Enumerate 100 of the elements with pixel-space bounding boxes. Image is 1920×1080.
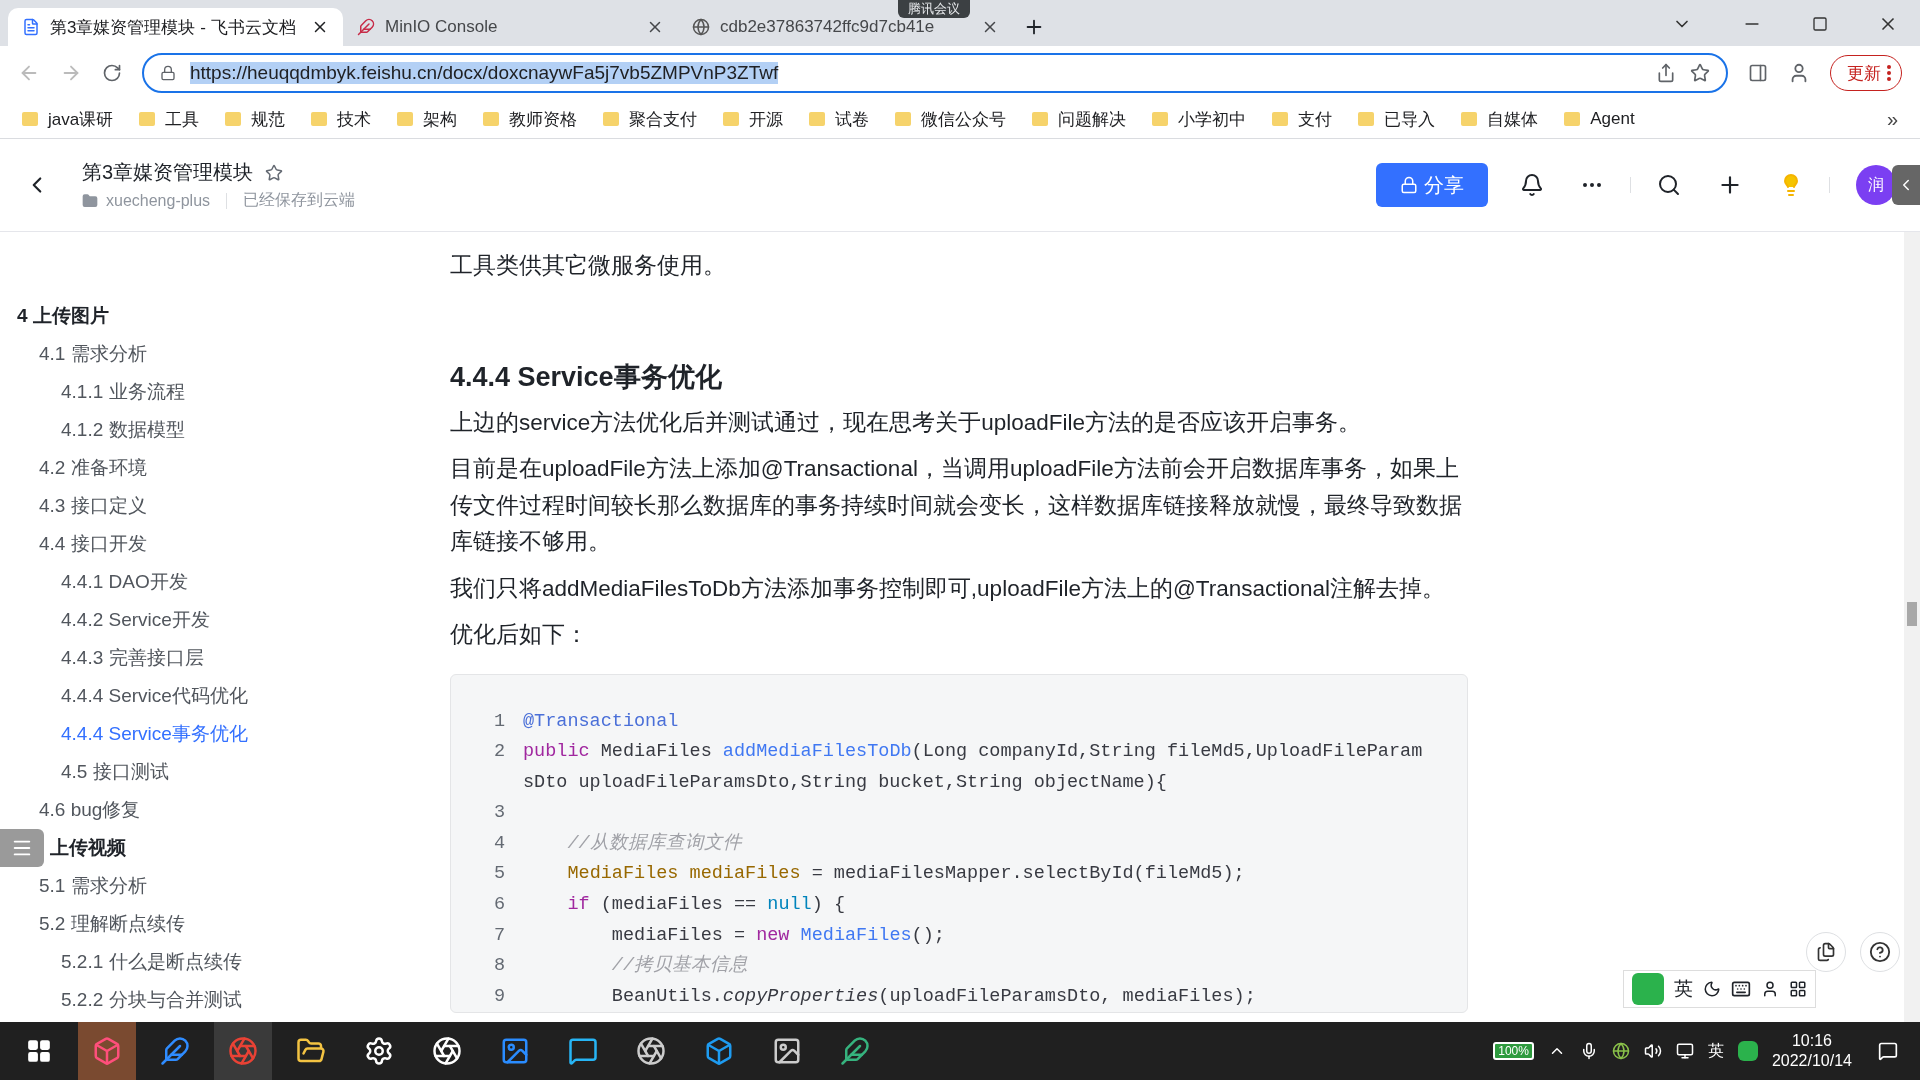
outline-item[interactable]: 5.2 理解断点续传 (39, 905, 185, 943)
windows-icon (26, 1038, 52, 1064)
ime-language[interactable]: 英 (1674, 976, 1693, 1002)
browser-tab[interactable]: MinIO Console (343, 14, 678, 40)
outline-item[interactable]: 5.2.2 分块与合并测试 (61, 981, 242, 1019)
bookmark[interactable]: 规范 (225, 107, 286, 131)
paragraph: 工具类供其它微服务使用。 (450, 252, 727, 280)
bookmark[interactable]: 已导入 (1358, 107, 1436, 131)
battery-level[interactable]: 100% (1493, 1042, 1534, 1060)
folder-icon (82, 192, 98, 209)
keyboard-icon[interactable] (1731, 979, 1751, 999)
reload-icon[interactable] (102, 63, 122, 83)
line-number: 5 (492, 862, 506, 887)
speaker-icon[interactable] (1643, 1042, 1662, 1060)
grid-icon[interactable] (1789, 980, 1807, 998)
more-icon (1887, 65, 1891, 81)
collapse-tab[interactable] (1892, 165, 1920, 205)
outline-item[interactable]: 4.3 接口定义 (39, 487, 147, 525)
outline-item[interactable]: 5.1 需求分析 (39, 867, 147, 905)
paragraph: 目前是在uploadFile方法上添加@Transactional，当调用uploadFile方法前会开启数据库事务，如果上传文件过程时间较长那么数据库的事务持续时间就会变长，这样数据库链接释放就慢，最终导致数据库链接不够用。 (450, 455, 1463, 556)
help-icon (1869, 941, 1891, 963)
outline-toggle-button[interactable] (0, 829, 44, 867)
paragraph: 我们只将addMediaFilesToDb方法添加事务控制即可,uploadFile方法上的@Transactional注解去掉。 (450, 574, 1446, 603)
line-number: 7 (492, 923, 506, 948)
bookmark[interactable]: 聚合支付 (603, 107, 698, 131)
outline-item[interactable]: 4.1.2 数据模型 (61, 411, 185, 449)
outline-item[interactable]: 上传视频 (50, 829, 126, 867)
bookmark[interactable]: 工具 (139, 107, 200, 131)
bookmark[interactable]: 开源 (723, 107, 784, 131)
help-button[interactable] (1860, 932, 1900, 972)
share-button[interactable]: 分享 (1376, 163, 1488, 207)
paragraph: 上边的service方法优化后并测试通过，现在思考关于uploadFile方法的是否应该开启事务。 (450, 408, 1363, 437)
outline-item[interactable]: 5.2.1 什么是断点续传 (61, 943, 242, 981)
outline-item[interactable]: 4.4.4 Service代码优化 (61, 677, 248, 715)
search-icon[interactable] (1657, 173, 1681, 197)
globe-icon[interactable] (1611, 1042, 1630, 1060)
address-bar[interactable]: https://heuqqdmbyk.feishu.cn/docx/doxcnaywFa5j7vb5ZMPVnP3ZTwf (142, 53, 1728, 93)
outline-view-button[interactable] (1806, 932, 1846, 972)
bookmark[interactable]: 试卷 (809, 107, 870, 131)
notification-icon[interactable] (1878, 1041, 1898, 1061)
scrollbar[interactable] (1904, 232, 1920, 1022)
side-panel-icon[interactable] (1748, 63, 1768, 83)
browser-tab[interactable]: 第3章媒资管理模块 - 飞书云文档 (8, 8, 343, 46)
bookmark[interactable]: 小学初中 (1152, 107, 1247, 131)
outline-item[interactable]: 4.4.4 Service事务优化 (61, 715, 248, 753)
star-icon[interactable] (1690, 63, 1710, 83)
paragraph: 优化后如下： (450, 621, 589, 649)
outline-item[interactable]: 4.4.2 Service开发 (61, 601, 210, 639)
bookmark[interactable]: 支付 (1272, 107, 1333, 131)
bookmark[interactable]: java课研 (22, 107, 114, 131)
bell-icon[interactable] (1520, 173, 1544, 197)
restore-icon[interactable] (1812, 16, 1828, 32)
feather-icon (357, 18, 375, 36)
meeting-badge: 腾讯会议 (898, 0, 970, 18)
bookmark[interactable]: 微信公众号 (895, 107, 1007, 131)
line-number: 3 (492, 801, 506, 826)
ime-logo-icon[interactable] (1737, 1041, 1758, 1061)
update-button[interactable]: 更新 (1830, 55, 1902, 91)
code-line: public MediaFiles addMediaFilesToDb(Long companyId,String fileMd5,UploadFileParamsDto uploadFileParamsDto,String bucket,String objectName){ (523, 740, 1424, 795)
outline-item[interactable]: 4.5 接口测试 (61, 753, 169, 791)
outline-item[interactable]: 4.4.1 DAO开发 (61, 563, 188, 601)
documents-icon (1816, 942, 1836, 962)
url-text: https://heuqqdmbyk.feishu.cn/docx/doxcnaywFa5j7vb5ZMPVnP3ZTwf (190, 62, 779, 84)
moon-icon[interactable] (1703, 980, 1721, 998)
line-number: 8 (492, 954, 506, 979)
outline-item[interactable]: 4.1.1 业务流程 (61, 373, 185, 411)
section-heading: 4.4.4 Service事务优化 (450, 360, 723, 394)
clock[interactable]: 10:16 2022/10/14 (1771, 1031, 1852, 1071)
bookmark[interactable]: 自媒体 (1461, 107, 1539, 131)
input-language[interactable]: 英 (1707, 1040, 1724, 1062)
bookmark[interactable]: Agent (1564, 109, 1635, 129)
code-line: if (mediaFiles == null) { (566, 893, 846, 918)
code-line: mediaFiles = new MediaFiles(); (610, 923, 946, 948)
outline-item[interactable]: 4.1 需求分析 (39, 335, 147, 373)
outline-item[interactable]: 4.2 准备环境 (39, 449, 147, 487)
more-bookmarks[interactable]: » (1886, 107, 1898, 131)
star-icon[interactable] (265, 163, 284, 182)
line-number: 4 (492, 831, 506, 856)
outline-item[interactable]: 4.4.3 完善接口层 (61, 639, 204, 677)
line-number: 1 (492, 709, 506, 734)
outline-item[interactable]: 4 上传图片 (17, 297, 109, 335)
save-status: 已经保存到云端 (243, 190, 356, 210)
share-icon[interactable] (1656, 63, 1676, 83)
bookmark[interactable]: 技术 (311, 107, 372, 131)
outline-item[interactable]: 4.6 bug修复 (39, 791, 141, 829)
bookmark[interactable]: 问题解决 (1032, 107, 1127, 131)
code-line: //拷贝基本信息 (610, 953, 750, 979)
bookmark[interactable]: 教师资格 (483, 107, 578, 131)
line-number: 6 (492, 893, 506, 918)
ime-logo-icon (1632, 973, 1664, 1005)
outline-item[interactable]: 4.4 接口开发 (39, 525, 147, 563)
line-number: 2 (492, 740, 506, 765)
document-icon (22, 18, 40, 36)
code-line: BeanUtils.copyProperties(uploadFileParamsDto, mediaFiles); (610, 984, 1257, 1009)
globe-icon (692, 18, 710, 36)
person-icon[interactable] (1761, 980, 1779, 998)
lock-icon (160, 65, 176, 81)
network-icon[interactable] (1675, 1042, 1694, 1060)
bookmark[interactable]: 架构 (397, 107, 458, 131)
code-line: //从数据库查询文件 (566, 831, 744, 856)
